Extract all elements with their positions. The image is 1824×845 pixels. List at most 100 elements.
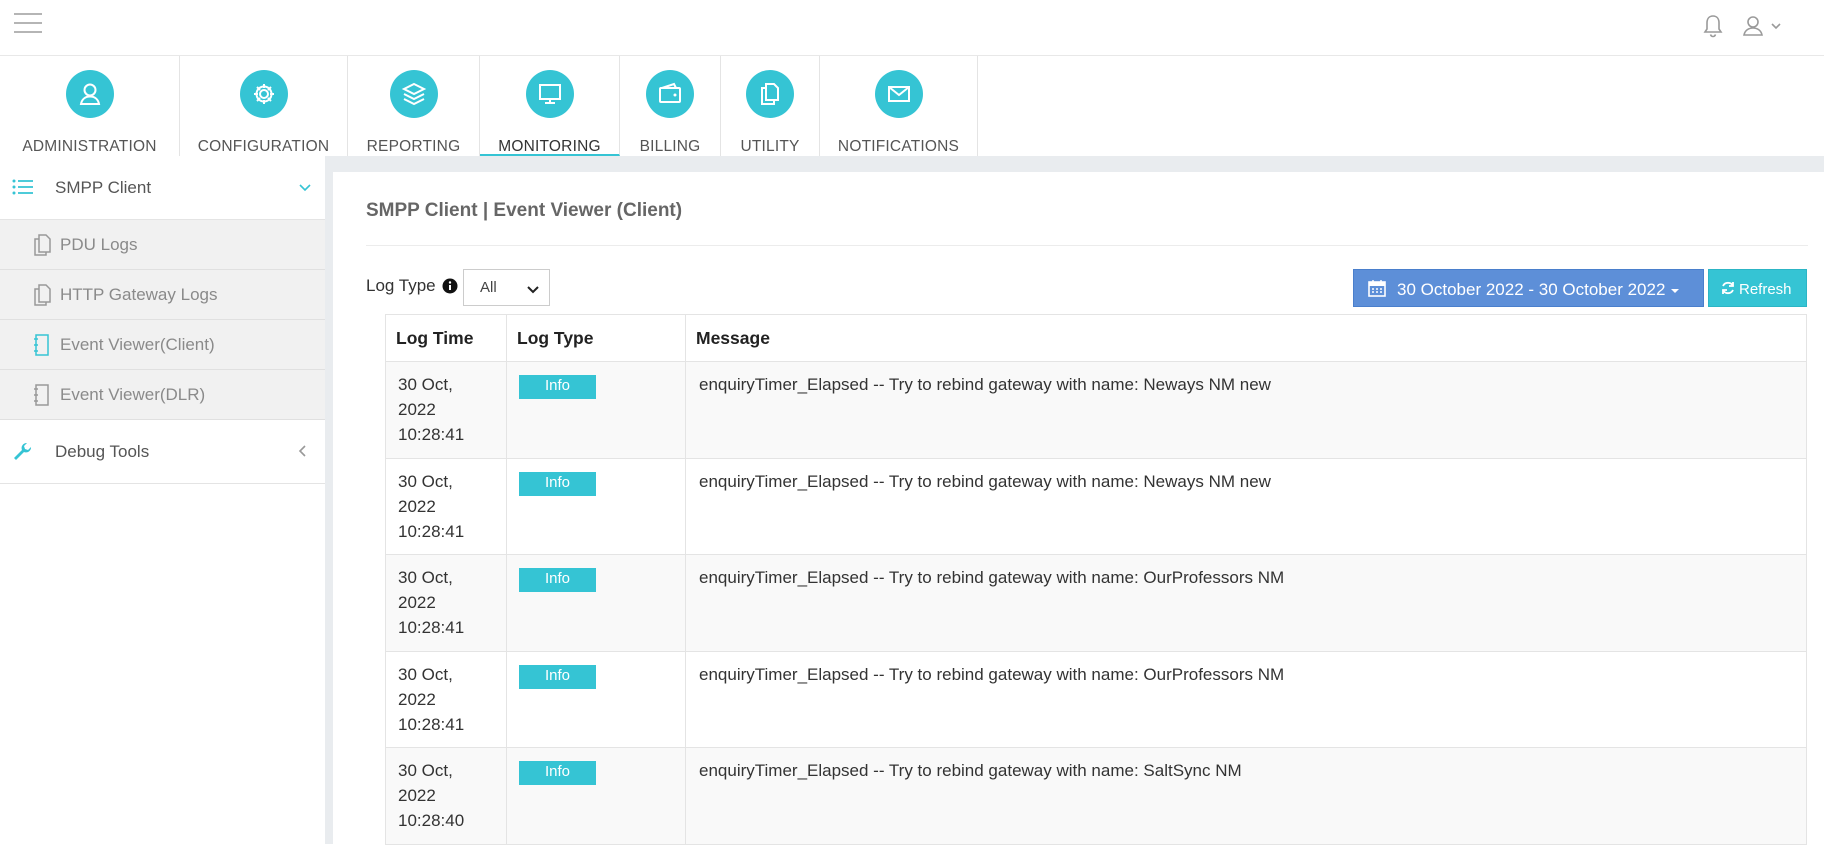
file-icon <box>31 283 53 312</box>
calendar-icon <box>1368 279 1386 302</box>
log-year: 2022 <box>398 496 436 516</box>
chevron-down-icon <box>298 180 312 198</box>
log-year: 2022 <box>398 689 436 709</box>
table-row: 30 Oct, 2022 10:28:40 Info enquiryTimer_El… <box>385 747 1807 845</box>
bell-icon[interactable] <box>1702 14 1726 38</box>
refresh-icon <box>1721 281 1735 299</box>
module-label: BILLING <box>639 138 701 155</box>
log-date: 30 Oct, <box>398 375 453 394</box>
divider <box>366 245 1808 246</box>
page-title: SMPP Client | Event Viewer (Client) <box>366 200 683 221</box>
table-row: 30 Oct, 2022 10:28:41 Info enquiryTimer_El… <box>385 361 1807 459</box>
log-type-cell: Info <box>506 747 686 845</box>
module-label: NOTIFICATIONS <box>837 138 960 155</box>
user-icon <box>65 70 114 118</box>
wrench-icon <box>12 442 34 469</box>
info-icon[interactable] <box>442 278 458 299</box>
sidebar-item-http-gateway-logs[interactable]: HTTP Gateway Logs <box>0 270 325 320</box>
module-notifications[interactable]: NOTIFICATIONS <box>820 56 978 156</box>
refresh-button[interactable]: Refresh <box>1708 269 1807 307</box>
log-year: 2022 <box>398 593 436 612</box>
status-badge: Info <box>519 664 596 689</box>
sidebar-group-smpp-client[interactable]: SMPP Client <box>0 156 325 220</box>
sidebar-item-label: Event Viewer(Client) <box>60 335 215 354</box>
log-type-cell: Info <box>506 554 686 652</box>
caret-down-icon <box>1671 289 1680 293</box>
module-nav: ADMINISTRATION CONFIGURATION REPORTING M… <box>0 56 1824 156</box>
date-range-button[interactable]: 30 October 2022 - 30 October 2022 <box>1353 269 1704 307</box>
status-badge: Info <box>519 568 596 592</box>
column-header-log-time: Log Time <box>385 314 507 362</box>
sidebar-group-debug-tools[interactable]: Debug Tools <box>0 420 325 484</box>
module-label: CONFIGURATION <box>197 138 330 155</box>
sidebar-item-label: PDU Logs <box>60 235 138 254</box>
module-label: REPORTING <box>366 138 461 155</box>
log-time-cell: 30 Oct, 2022 10:28:41 <box>385 554 507 652</box>
log-time-cell: 30 Oct, 2022 10:28:41 <box>385 650 507 748</box>
gear-icon <box>239 70 288 118</box>
log-type-cell: Info <box>506 361 686 459</box>
chevron-down-icon <box>527 282 539 299</box>
event-log-table: Log Time Log Type Message 30 Oct, 2022 10:… <box>385 314 1807 845</box>
message-cell: enquiryTimer_Elapsed -- Try to rebind ga… <box>685 457 1807 555</box>
sidebar-item-event-viewer-dlr[interactable]: Event Viewer(DLR) <box>0 370 325 420</box>
table-row: 30 Oct, 2022 10:28:41 Info enquiryTimer_El… <box>385 554 1807 652</box>
sidebar-item-pdu-logs[interactable]: PDU Logs <box>0 220 325 270</box>
module-administration[interactable]: ADMINISTRATION <box>0 56 180 156</box>
message-cell: enquiryTimer_Elapsed -- Try to rebind ga… <box>685 747 1807 845</box>
log-type-cell: Info <box>506 650 686 748</box>
log-date: 30 Oct, <box>398 471 453 491</box>
module-configuration[interactable]: CONFIGURATION <box>180 56 348 156</box>
module-billing[interactable]: BILLING <box>620 56 721 156</box>
user-menu[interactable] <box>1742 14 1786 38</box>
documents-icon <box>746 70 794 118</box>
sidebar-group-label: SMPP Client <box>55 178 152 197</box>
date-range-value: 30 October 2022 - 30 October 2022 <box>1397 280 1666 299</box>
table-header-row: Log Time Log Type Message <box>385 314 1807 362</box>
table-row: 30 Oct, 2022 10:28:41 Info enquiryTimer_El… <box>385 650 1807 748</box>
module-label: UTILITY <box>740 138 800 155</box>
module-label: ADMINISTRATION <box>22 138 157 155</box>
log-type-select-value: All <box>480 279 497 296</box>
module-label: MONITORING <box>498 138 601 155</box>
wallet-icon <box>646 70 694 118</box>
module-reporting[interactable]: REPORTING <box>348 56 480 156</box>
module-utility[interactable]: UTILITY <box>721 56 820 156</box>
hamburger-menu-icon[interactable] <box>14 13 42 33</box>
log-year: 2022 <box>398 786 436 805</box>
message-cell: enquiryTimer_Elapsed -- Try to rebind ga… <box>685 554 1807 652</box>
message-cell: enquiryTimer_Elapsed -- Try to rebind ga… <box>685 650 1807 748</box>
column-header-log-type: Log Type <box>506 314 686 362</box>
log-type-cell: Info <box>506 457 686 555</box>
status-badge: Info <box>519 375 596 399</box>
monitor-icon <box>525 70 574 118</box>
log-time: 10:28:41 <box>398 618 465 637</box>
log-time: 10:28:41 <box>398 425 465 444</box>
column-header-message: Message <box>685 314 1807 362</box>
module-monitoring[interactable]: MONITORING <box>480 56 620 156</box>
status-badge: Info <box>519 761 596 785</box>
log-time: 10:28:40 <box>398 811 465 830</box>
status-badge: Info <box>519 471 596 496</box>
sidebar-group-label: Debug Tools <box>55 442 150 461</box>
sidebar: SMPP Client PDU Logs HTTP Gateway Logs E… <box>0 156 333 844</box>
layers-icon <box>389 70 438 118</box>
list-icon <box>12 178 34 201</box>
log-time: 10:28:41 <box>398 714 465 734</box>
sidebar-item-event-viewer-client[interactable]: Event Viewer(Client) <box>0 320 325 370</box>
log-date: 30 Oct, <box>398 664 453 684</box>
log-date: 30 Oct, <box>398 568 453 587</box>
log-time-cell: 30 Oct, 2022 10:28:41 <box>385 361 507 459</box>
sidebar-item-label: HTTP Gateway Logs <box>60 285 218 304</box>
log-type-label: Log Type <box>366 276 436 295</box>
log-time: 10:28:41 <box>398 521 465 541</box>
message-cell: enquiryTimer_Elapsed -- Try to rebind ga… <box>685 361 1807 459</box>
date-range-text: 30 October 2022 - 30 October 2022 <box>1397 280 1680 300</box>
table-row: 30 Oct, 2022 10:28:41 Info enquiryTimer_El… <box>385 457 1807 555</box>
envelope-icon <box>874 70 923 118</box>
refresh-label: Refresh <box>1739 281 1792 298</box>
top-bar <box>0 0 1824 56</box>
log-type-select[interactable]: All <box>463 269 550 306</box>
chevron-left-icon <box>298 444 308 463</box>
notebook-icon <box>31 383 53 412</box>
